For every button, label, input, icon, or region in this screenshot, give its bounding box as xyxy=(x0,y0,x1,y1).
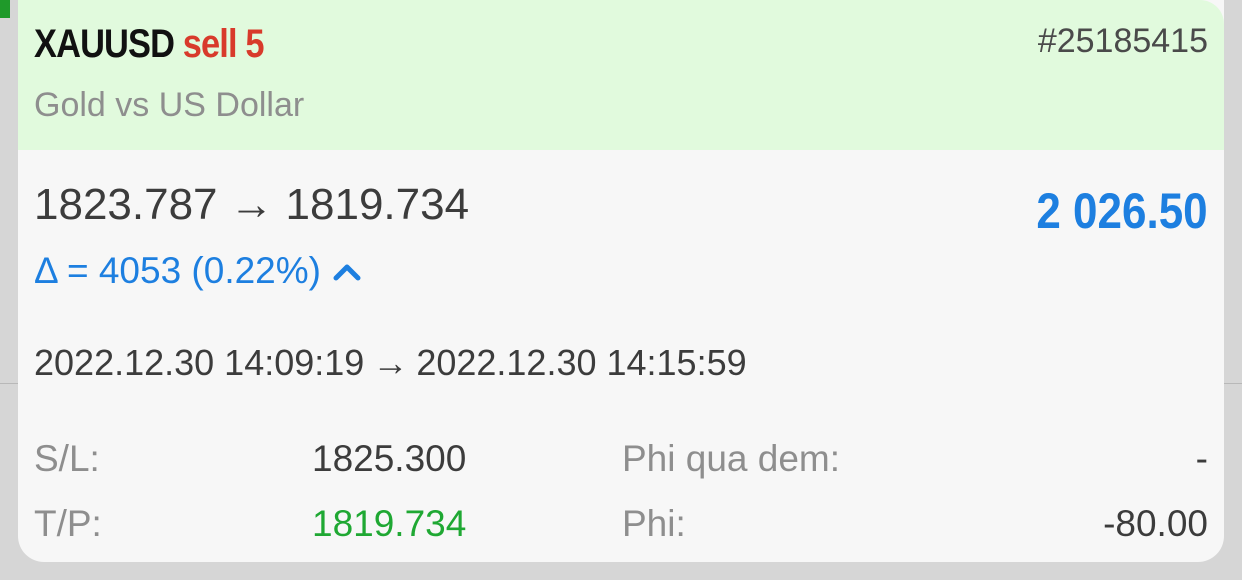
ticket-number: #25185415 xyxy=(1037,22,1208,60)
open-time: 2022.12.30 14:09:19 xyxy=(34,342,365,383)
sl-label: S/L: xyxy=(34,438,100,479)
swap-value: - xyxy=(1195,438,1208,479)
tp-value: 1819.734 xyxy=(312,503,467,544)
tp-label: T/P: xyxy=(34,503,102,544)
profit-value: 2 026.50 xyxy=(1036,183,1208,239)
symbol-row: XAUUSD sell 5 xyxy=(34,22,264,67)
trade-side-volume: sell 5 xyxy=(182,22,265,66)
symbol-name: XAUUSD xyxy=(34,22,175,66)
time-arrow-icon: → xyxy=(372,342,409,383)
price-range: 1823.787 → 1819.734 xyxy=(34,180,469,230)
sl-value: 1825.300 xyxy=(312,438,467,479)
position-card[interactable]: XAUUSD sell 5 #25185415 Gold vs US Dollar… xyxy=(18,0,1224,562)
symbol-description: Gold vs US Dollar xyxy=(34,86,305,124)
delta-text: Δ = 4053 (0.22%) xyxy=(34,250,321,291)
commission-label: Phi: xyxy=(622,503,686,544)
swap-label: Phi qua dem: xyxy=(622,438,841,479)
position-header: XAUUSD sell 5 #25185415 Gold vs US Dollar xyxy=(18,0,1224,150)
open-price: 1823.787 xyxy=(34,180,218,229)
price-delta[interactable]: Δ = 4053 (0.22%) xyxy=(34,250,361,292)
chevron-up-icon[interactable] xyxy=(333,261,361,281)
screen: XAUUSD sell 5 #25185415 Gold vs US Dollar… xyxy=(0,0,1242,580)
close-time: 2022.12.30 14:15:59 xyxy=(416,342,747,383)
time-range: 2022.12.30 14:09:19 → 2022.12.30 14:15:59 xyxy=(34,342,747,384)
price-arrow-icon: → xyxy=(229,180,274,229)
background-indicator xyxy=(0,0,10,18)
commission-value: -80.00 xyxy=(1103,503,1208,544)
close-price: 1819.734 xyxy=(285,180,470,229)
